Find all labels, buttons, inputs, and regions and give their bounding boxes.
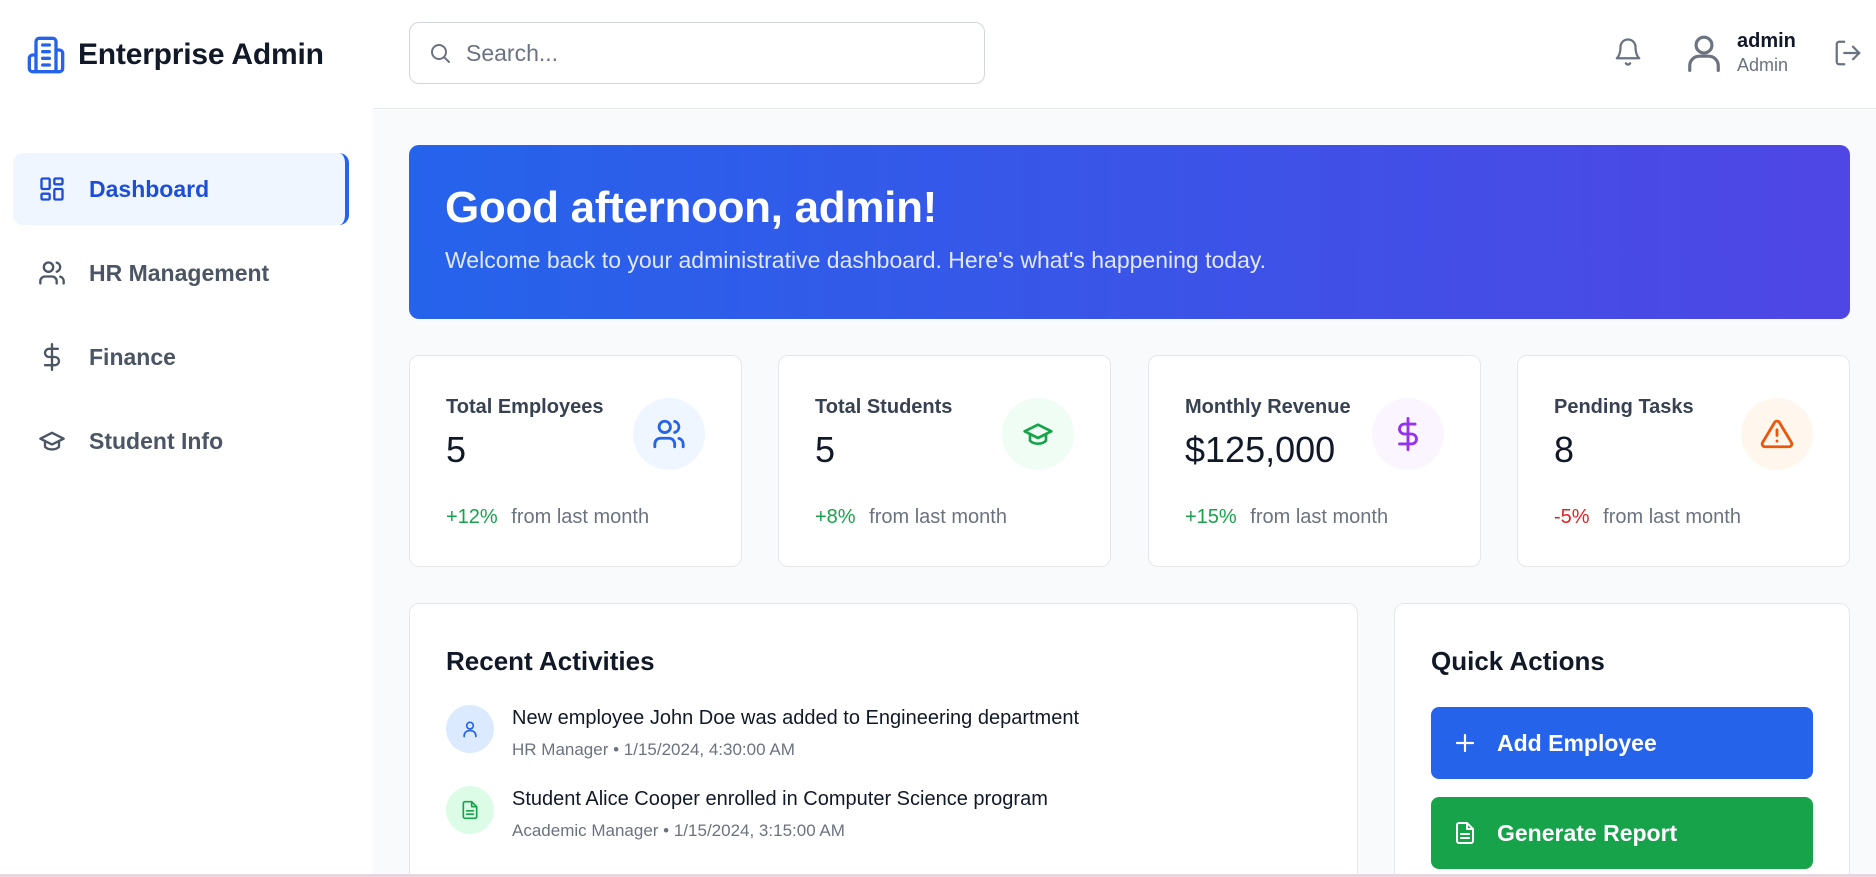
main-content: Good afternoon, admin! Welcome back to y… — [373, 110, 1876, 877]
card-title: Quick Actions — [1431, 646, 1605, 676]
activity-text: Student Alice Cooper enrolled in Compute… — [512, 786, 1048, 841]
sidebar-item-dashboard[interactable]: Dashboard — [13, 153, 349, 225]
add-employee-button[interactable]: Add Employee — [1431, 707, 1813, 779]
sidebar: Enterprise Admin Dashboard HR Management — [0, 0, 373, 877]
card-title: Recent Activities — [446, 646, 655, 676]
activity-text: New employee John Doe was added to Engin… — [512, 705, 1079, 760]
stat-change: +15% from last month — [1185, 506, 1388, 529]
search-icon — [428, 41, 452, 65]
button-label: Generate Report — [1497, 819, 1678, 846]
logout-icon[interactable] — [1833, 38, 1863, 68]
sidebar-item-label: HR Management — [89, 259, 270, 286]
greeting-subtitle: Welcome back to your administrative dash… — [445, 247, 1267, 273]
bell-icon[interactable] — [1613, 36, 1643, 68]
search-box[interactable] — [409, 22, 985, 84]
top-header: admin Admin — [373, 0, 1876, 109]
stat-change-suffix: from last month — [869, 506, 1007, 528]
activity-title: Student Alice Cooper enrolled in Compute… — [512, 788, 1048, 810]
document-icon — [1453, 820, 1477, 846]
welcome-banner: Good afternoon, admin! Welcome back to y… — [409, 145, 1850, 319]
users-icon — [37, 258, 67, 288]
list-item[interactable]: Student Alice Cooper enrolled in Compute… — [446, 786, 1321, 841]
brand-name: Enterprise Admin — [78, 38, 324, 71]
activity-meta: HR Manager • 1/15/2024, 4:30:00 AM — [512, 740, 795, 759]
search-input[interactable] — [466, 39, 946, 67]
sidebar-item-label: Finance — [89, 343, 176, 370]
activity-list: New employee John Doe was added to Engin… — [446, 705, 1321, 841]
sidebar-item-finance[interactable]: Finance — [13, 321, 349, 393]
plus-icon — [1453, 731, 1477, 755]
generate-report-button[interactable]: Generate Report — [1431, 797, 1813, 869]
activity-meta: Academic Manager • 1/15/2024, 3:15:00 AM — [512, 821, 845, 840]
graduation-cap-icon — [37, 426, 67, 456]
stat-change: +8% from last month — [815, 506, 1007, 529]
stat-change-percent: +8% — [815, 506, 856, 528]
users-icon — [633, 398, 705, 470]
sidebar-item-hr-management[interactable]: HR Management — [13, 237, 349, 309]
user-name: admin — [1737, 30, 1796, 52]
dollar-icon — [1372, 398, 1444, 470]
user-role: Admin — [1737, 55, 1789, 75]
graduation-cap-icon — [1002, 398, 1074, 470]
stat-card-employees[interactable]: Total Employees 5 +12% from last month — [409, 355, 742, 567]
button-label: Add Employee — [1497, 729, 1657, 756]
stat-change-percent: -5% — [1554, 506, 1590, 528]
stat-card-pending-tasks[interactable]: Pending Tasks 8 -5% from last month — [1517, 355, 1850, 567]
stat-change-percent: +12% — [446, 506, 498, 528]
stat-change-suffix: from last month — [511, 506, 650, 528]
recent-activities-card: Recent Activities New employee John Doe … — [409, 603, 1358, 877]
stat-card-revenue[interactable]: Monthly Revenue $125,000 +15% from last … — [1148, 355, 1481, 567]
stat-change-suffix: from last month — [1250, 506, 1389, 528]
document-icon — [446, 786, 494, 834]
stat-change: -5% from last month — [1554, 506, 1741, 529]
stat-change-suffix: from last month — [1603, 506, 1741, 528]
user-menu[interactable]: admin Admin — [1685, 30, 1796, 76]
sidebar-item-label: Dashboard — [89, 175, 210, 202]
stats-row: Total Employees 5 +12% from last month T… — [409, 355, 1850, 567]
alert-triangle-icon — [1741, 398, 1813, 470]
building-icon — [26, 34, 66, 76]
stat-change-percent: +15% — [1185, 506, 1237, 528]
activity-title: New employee John Doe was added to Engin… — [512, 707, 1080, 729]
sidebar-item-label: Student Info — [89, 427, 224, 454]
quick-actions-card: Quick Actions Add Employee Generate Repo… — [1394, 603, 1850, 877]
greeting-title: Good afternoon, admin! — [445, 183, 938, 232]
stat-change: +12% from last month — [446, 506, 649, 529]
list-item[interactable]: New employee John Doe was added to Engin… — [446, 705, 1321, 760]
user-info: admin Admin — [1737, 30, 1796, 76]
brand[interactable]: Enterprise Admin — [26, 34, 324, 76]
avatar — [1685, 31, 1723, 75]
user-icon — [446, 705, 494, 753]
sidebar-item-student-info[interactable]: Student Info — [13, 405, 349, 477]
stat-card-students[interactable]: Total Students 5 +8% from last month — [778, 355, 1111, 567]
grid-icon — [37, 174, 67, 204]
sidebar-nav: Dashboard HR Management Finance Student … — [13, 153, 349, 489]
dollar-icon — [37, 342, 67, 372]
